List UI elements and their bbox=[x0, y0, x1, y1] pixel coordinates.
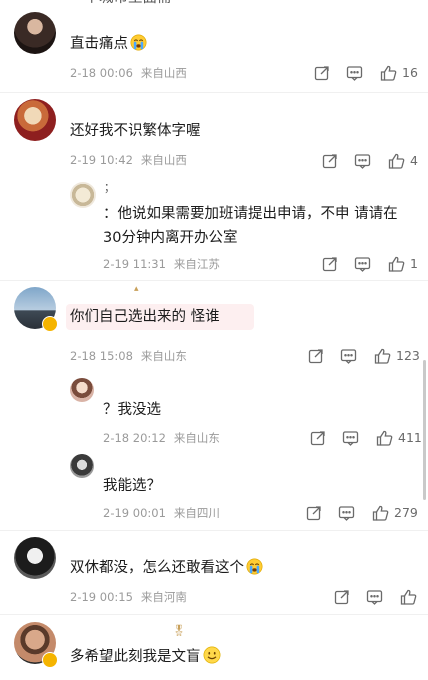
reply-text-line2: 30分钟内离开办公室 bbox=[103, 230, 238, 246]
reply-date: 2-19 00:01 bbox=[103, 506, 166, 520]
comment-body: 双休都没，怎么还敢看这个 bbox=[70, 560, 244, 576]
reply-text: 我能选？ bbox=[103, 478, 161, 494]
reply-actions: 1 bbox=[320, 255, 425, 273]
comment-icon[interactable] bbox=[338, 347, 358, 365]
share-icon[interactable] bbox=[320, 152, 340, 170]
comment-icon[interactable] bbox=[340, 429, 360, 447]
reply-avatar[interactable] bbox=[70, 454, 94, 478]
comment-date: 2-19 10:42 bbox=[70, 153, 133, 167]
comment-text: 直击痛点 bbox=[70, 34, 147, 57]
divider bbox=[0, 280, 428, 281]
reply-date: 2-19 11:31 bbox=[103, 257, 166, 271]
reply-meta: 2-18 20:12 来自山东 bbox=[103, 430, 220, 446]
thumbs-up-icon[interactable] bbox=[374, 429, 394, 447]
reply-location: 来自四川 bbox=[173, 506, 220, 520]
share-icon[interactable] bbox=[320, 255, 340, 273]
avatar[interactable] bbox=[14, 99, 56, 141]
like-count: 411 bbox=[398, 430, 422, 445]
comment-text-partial: 一个城市里面需 bbox=[70, 0, 172, 8]
divider bbox=[0, 530, 428, 531]
comment-body: 多希望此刻我是文盲 bbox=[70, 649, 201, 665]
comment-actions: 4 bbox=[320, 152, 425, 170]
reply-text-line1: ：他说如果需要加班请提出申请，不申 请请在 bbox=[103, 206, 398, 222]
thumbs-up-icon[interactable] bbox=[378, 64, 398, 82]
scrollbar[interactable] bbox=[423, 360, 426, 500]
comment-meta: 2-19 10:42 来自山西 bbox=[70, 152, 187, 168]
reply-text: ？我没选 bbox=[103, 402, 161, 418]
thumbs-up-icon[interactable] bbox=[372, 347, 392, 365]
comment-icon[interactable] bbox=[364, 588, 384, 606]
share-icon[interactable] bbox=[306, 347, 326, 365]
share-icon[interactable] bbox=[304, 504, 324, 522]
comment-icon[interactable] bbox=[352, 255, 372, 273]
decoration-mark: ▴ bbox=[134, 284, 139, 294]
share-icon[interactable] bbox=[312, 64, 332, 82]
comment-icon[interactable] bbox=[352, 152, 372, 170]
comment-location: 来自山西 bbox=[140, 153, 187, 167]
comment-location: 来自河南 bbox=[140, 590, 187, 604]
comment-meta: 2-18 00:06 来自山西 bbox=[70, 65, 187, 81]
comment-icon[interactable] bbox=[336, 504, 356, 522]
reply-actions: 411 bbox=[308, 429, 424, 447]
comment-actions: 123 bbox=[306, 347, 422, 365]
comment-text: 双休都没，怎么还敢看这个 bbox=[70, 558, 263, 581]
verified-badge-icon bbox=[42, 316, 58, 332]
reply-date: 2-18 20:12 bbox=[103, 431, 166, 445]
reply-meta: 2-19 11:31 来自江苏 bbox=[103, 256, 220, 272]
comment-icon[interactable] bbox=[344, 64, 364, 82]
comment-meta: 2-18 15:08 来自山东 bbox=[70, 348, 187, 364]
smile-face-emoji bbox=[203, 646, 221, 670]
avatar[interactable] bbox=[14, 537, 56, 579]
comment-text: 你们自己选出来的 怪谁 bbox=[70, 309, 220, 325]
like-count: 123 bbox=[396, 348, 420, 363]
comment-meta: 2-19 00:15 来自河南 bbox=[70, 589, 187, 605]
comment-location: 来自山西 bbox=[140, 66, 187, 80]
comment-body: 直击痛点 bbox=[70, 36, 128, 52]
decoration-mark: 🎖 bbox=[172, 624, 186, 637]
thumbs-up-icon[interactable] bbox=[386, 152, 406, 170]
comment-location: 来自山东 bbox=[140, 349, 187, 363]
like-count: 279 bbox=[394, 505, 418, 520]
reply-location: 来自山东 bbox=[173, 431, 220, 445]
reply-name-mark: ； bbox=[104, 181, 115, 194]
crying-face-emoji bbox=[246, 558, 263, 581]
comment-actions: 16 bbox=[312, 64, 422, 82]
divider bbox=[0, 92, 428, 93]
share-icon[interactable] bbox=[332, 588, 352, 606]
comment-date: 2-18 00:06 bbox=[70, 66, 133, 80]
verified-badge-icon bbox=[42, 652, 58, 668]
reply-avatar[interactable] bbox=[70, 378, 94, 402]
thumbs-up-icon[interactable] bbox=[386, 255, 406, 273]
reply-avatar[interactable] bbox=[70, 182, 96, 208]
crying-face-emoji bbox=[130, 34, 147, 57]
comment-actions bbox=[332, 588, 422, 606]
like-count: 1 bbox=[410, 256, 418, 271]
thumbs-up-icon[interactable] bbox=[398, 588, 418, 606]
avatar[interactable] bbox=[14, 12, 56, 54]
reply-meta: 2-19 00:01 来自四川 bbox=[103, 505, 220, 521]
reply-location: 来自江苏 bbox=[173, 257, 220, 271]
comment-text: 还好我不识繁体字喔 bbox=[70, 123, 201, 139]
like-count: 16 bbox=[402, 65, 418, 80]
share-icon[interactable] bbox=[308, 429, 328, 447]
comment-date: 2-19 00:15 bbox=[70, 590, 133, 604]
like-count: 4 bbox=[410, 153, 418, 168]
reply-actions: 279 bbox=[304, 504, 424, 522]
divider bbox=[0, 614, 428, 615]
thumbs-up-icon[interactable] bbox=[370, 504, 390, 522]
comment-date: 2-18 15:08 bbox=[70, 349, 133, 363]
comment-text: 多希望此刻我是文盲 bbox=[70, 646, 221, 670]
